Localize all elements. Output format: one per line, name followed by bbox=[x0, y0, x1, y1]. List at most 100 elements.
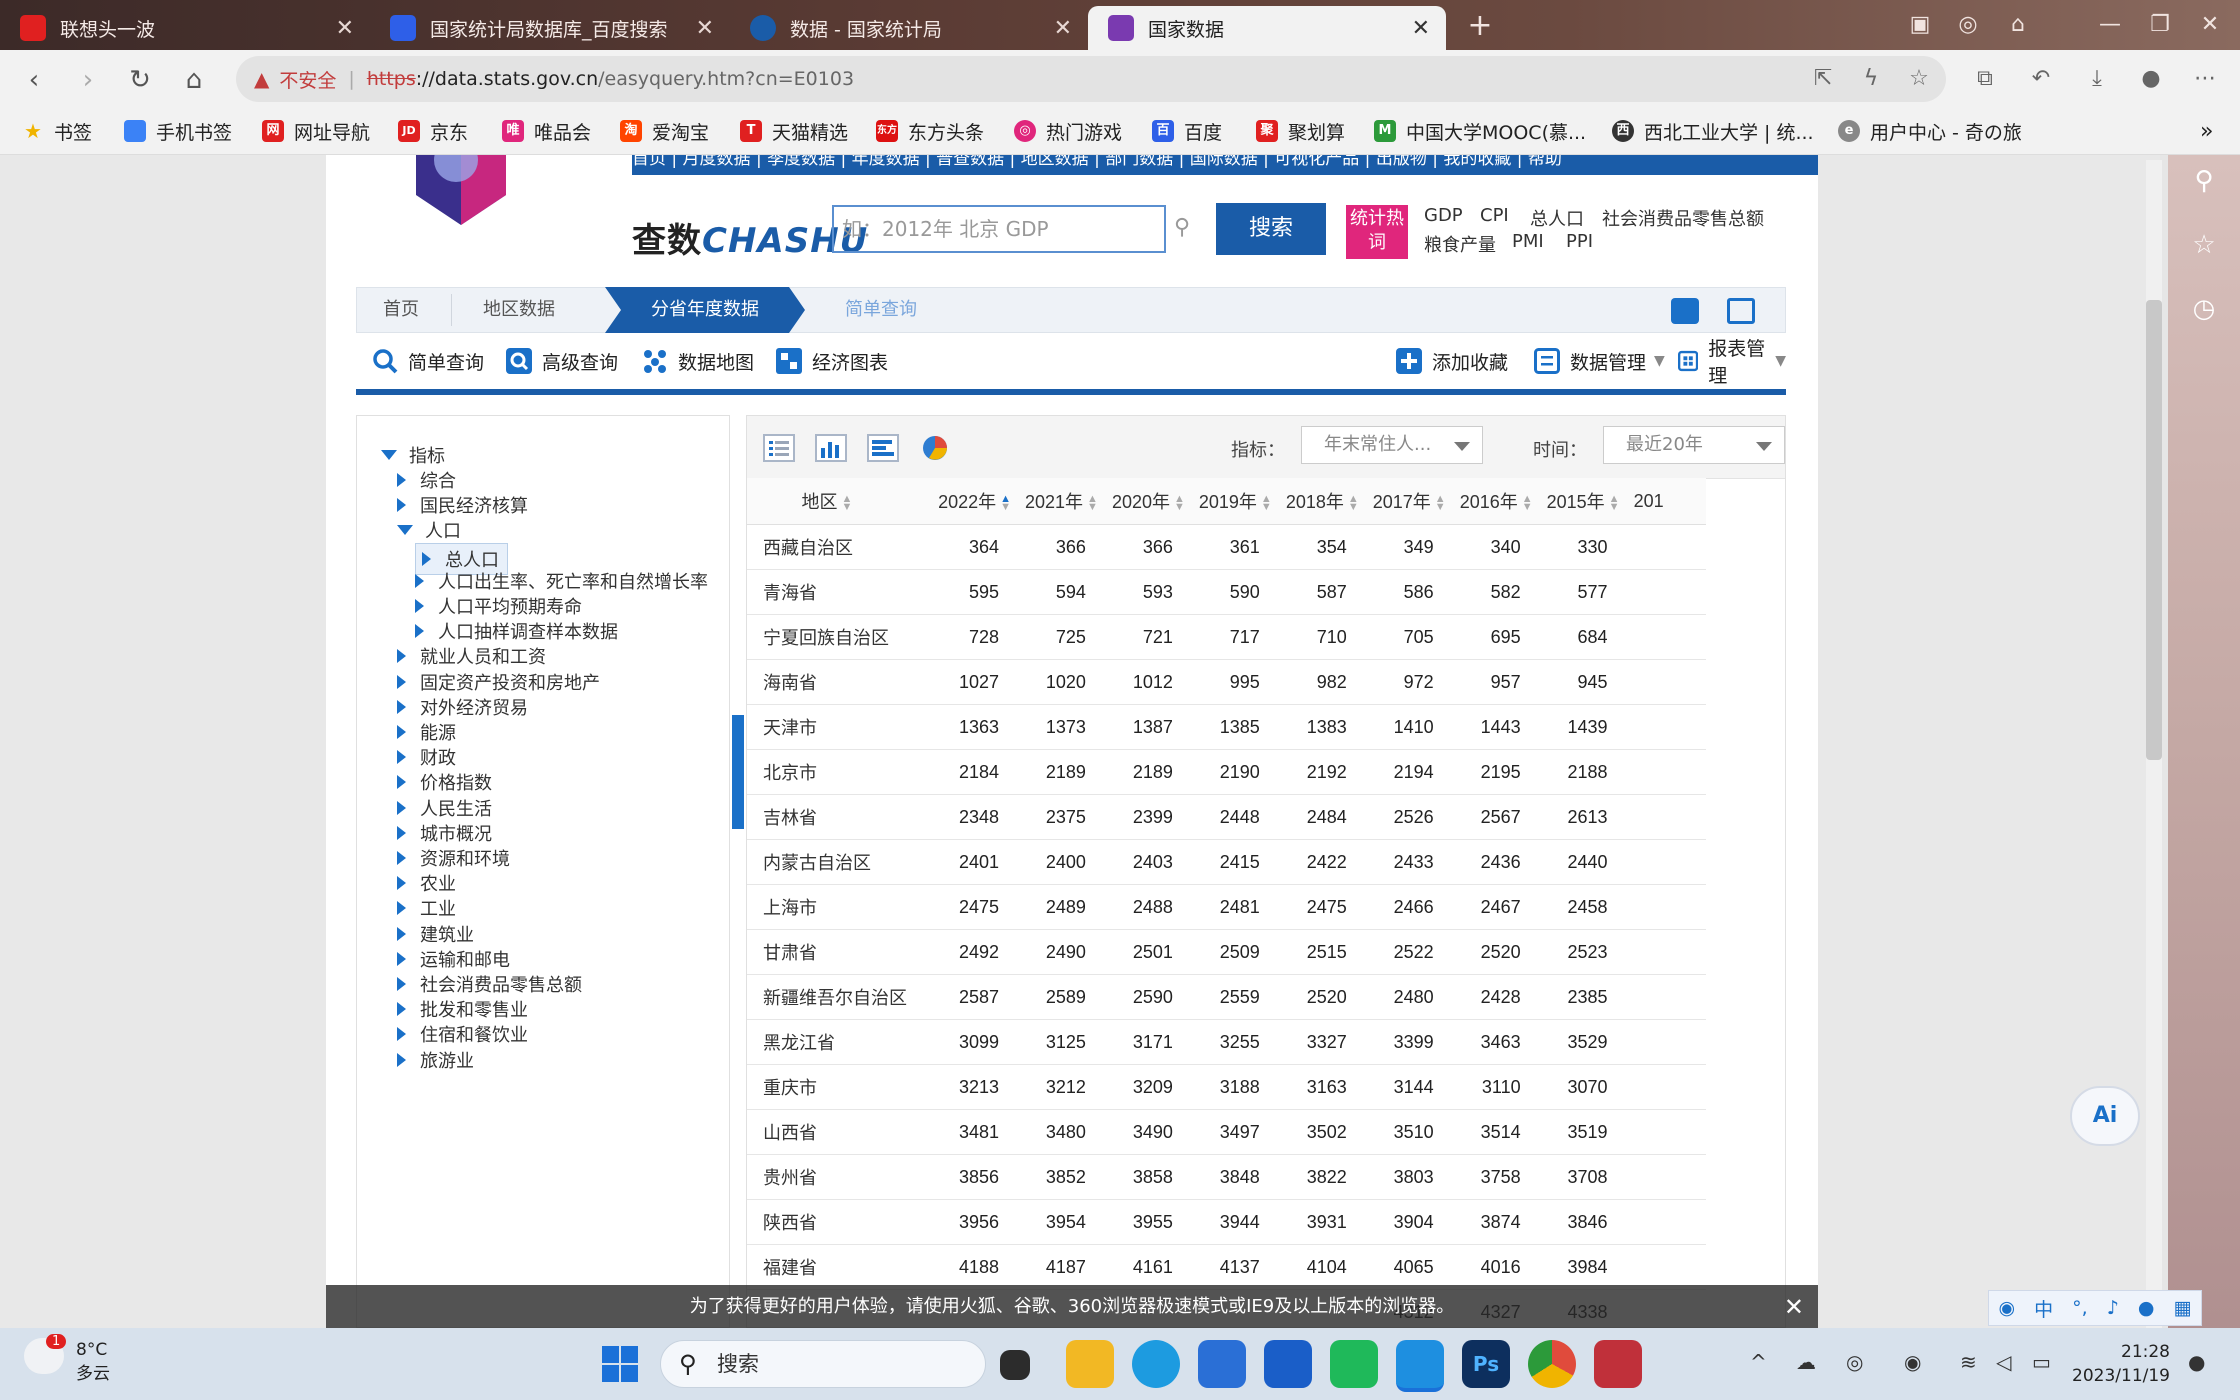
data-map-button[interactable]: 数据地图 bbox=[642, 343, 754, 379]
column-header-year[interactable]: 2019年 ▲ ▼ bbox=[1198, 478, 1286, 525]
notification-bell-icon[interactable]: ● bbox=[2188, 1350, 2205, 1374]
bookmark-item[interactable]: JD 京东 bbox=[398, 116, 468, 146]
speaker-muted-icon[interactable]: ◁ bbox=[1996, 1350, 2011, 1374]
onedrive-icon[interactable]: ☁ bbox=[1796, 1350, 1816, 1374]
tree-item[interactable]: 能源 bbox=[397, 719, 456, 745]
browser-tab[interactable]: 联想头一波 ✕ bbox=[0, 6, 370, 50]
start-button[interactable] bbox=[596, 1340, 644, 1388]
tree-item[interactable]: 价格指数 bbox=[397, 769, 492, 795]
breadcrumb-active[interactable]: 分省年度数据 bbox=[605, 287, 805, 333]
horizontal-bar-icon[interactable] bbox=[867, 434, 899, 462]
tab-count-icon[interactable]: ▣ bbox=[1898, 10, 1942, 40]
security-app-icon[interactable] bbox=[1264, 1340, 1312, 1388]
task-view-icon[interactable] bbox=[1000, 1350, 1030, 1380]
tab-close-icon[interactable]: ✕ bbox=[696, 16, 714, 41]
data-manage-dropdown[interactable]: 数据管理 ▼ bbox=[1534, 343, 1665, 379]
column-header-year[interactable]: 2017年 ▲ ▼ bbox=[1372, 478, 1460, 525]
hot-term-link[interactable]: CPI bbox=[1480, 205, 1509, 226]
tree-item[interactable]: 工业 bbox=[397, 895, 456, 921]
advanced-query-button[interactable]: 高级查询 bbox=[506, 343, 618, 379]
bookmark-item[interactable]: 百百度 bbox=[1152, 116, 1222, 146]
sidebar-search-icon[interactable]: ⚲ bbox=[2188, 165, 2220, 197]
microphone-icon[interactable]: ♪ bbox=[2107, 1297, 2119, 1319]
ai-assistant-button[interactable]: Ai bbox=[2070, 1086, 2140, 1146]
tree-item[interactable]: 人口抽样调查样本数据 bbox=[415, 618, 618, 644]
econ-chart-button[interactable]: 经济图表 bbox=[776, 343, 888, 379]
home-icon[interactable]: ⌂ bbox=[174, 60, 214, 100]
undo-icon[interactable]: ↶ bbox=[2026, 64, 2056, 94]
ime-lang[interactable]: 中 bbox=[2034, 1295, 2053, 1322]
bookmark-item[interactable]: M 中国大学MOOC(慕... bbox=[1374, 116, 1586, 146]
tree-item[interactable]: 建筑业 bbox=[397, 921, 474, 947]
forward-icon[interactable]: › bbox=[68, 60, 108, 100]
table-view-icon[interactable] bbox=[763, 434, 795, 462]
column-header-year[interactable]: 2018年 ▲ ▼ bbox=[1285, 478, 1373, 525]
bookmark-item[interactable]: 唯唯品会 bbox=[502, 116, 591, 146]
browser-tab[interactable]: 国家统计局数据库_百度搜索 ✕ bbox=[370, 6, 730, 50]
download-data-icon[interactable] bbox=[1671, 298, 1699, 324]
report-manage-dropdown[interactable]: 报表管理 ▼ bbox=[1678, 338, 1786, 387]
tree-item[interactable]: 资源和环境 bbox=[397, 845, 510, 871]
clock[interactable]: 21:28 2023/11/19 bbox=[2070, 1340, 2170, 1388]
tree-item[interactable]: 综合 bbox=[397, 467, 456, 493]
bookmark-item[interactable]: e 用户中心 - 奇の旅 bbox=[1838, 116, 2022, 146]
search-input[interactable]: 如：2012年 北京 GDP bbox=[832, 205, 1166, 253]
minimize-icon[interactable]: — bbox=[2090, 10, 2130, 40]
column-header-year[interactable]: 2015年 ▲ ▼ bbox=[1546, 478, 1634, 525]
column-header-year[interactable]: 2020年 ▲ ▼ bbox=[1111, 478, 1199, 525]
print-icon[interactable] bbox=[1727, 298, 1755, 324]
panel-splitter[interactable] bbox=[732, 715, 744, 829]
url-bar[interactable]: ▲ 不安全 | https ://data.stats.gov.cn /easy… bbox=[236, 56, 1946, 102]
tree-item[interactable]: 财政 bbox=[397, 744, 456, 770]
tree-item[interactable]: 人口出生率、死亡率和自然增长率 bbox=[415, 568, 708, 594]
browser-tab[interactable]: 数据 - 国家统计局 ✕ bbox=[730, 6, 1088, 50]
column-header-year[interactable]: 201 bbox=[1633, 478, 1706, 525]
tree-item[interactable]: 人口平均预期寿命 bbox=[415, 593, 582, 619]
bar-chart-icon[interactable] bbox=[815, 434, 847, 462]
breadcrumb-current[interactable]: 简单查询 bbox=[845, 288, 917, 332]
back-icon[interactable]: ‹ bbox=[14, 60, 54, 100]
sidebar-history-icon[interactable]: ◷ bbox=[2188, 293, 2220, 325]
tree-item[interactable]: 农业 bbox=[397, 870, 456, 896]
breadcrumb-home[interactable]: 首页 bbox=[383, 288, 419, 332]
tree-item[interactable]: 住宿和餐饮业 bbox=[397, 1021, 528, 1047]
scrollbar-thumb[interactable] bbox=[2146, 300, 2162, 760]
profile-avatar-icon[interactable]: ● bbox=[2136, 64, 2166, 94]
tab-close-icon[interactable]: ✕ bbox=[1054, 16, 1072, 41]
ifly-icon[interactable]: ◉ bbox=[1999, 1297, 2016, 1319]
tree-item[interactable]: 城市概况 bbox=[397, 820, 492, 846]
tree-item[interactable]: 人民生活 bbox=[397, 795, 492, 821]
download-icon[interactable]: ⤓ bbox=[2082, 64, 2112, 94]
hot-term-link[interactable]: 粮食产量 bbox=[1424, 231, 1496, 257]
bookmark-item[interactable]: ★ 书签 bbox=[22, 116, 92, 146]
pie-chart-icon[interactable] bbox=[919, 434, 951, 462]
ifly-tray-icon[interactable]: ◉ bbox=[1904, 1350, 1921, 1374]
simple-query-button[interactable]: 简单查询 bbox=[372, 343, 484, 379]
tree-root[interactable]: 指标 bbox=[381, 442, 445, 468]
bookmark-item[interactable]: 淘爱淘宝 bbox=[620, 116, 709, 146]
browser-tab-active[interactable]: 国家数据 ✕ bbox=[1088, 6, 1446, 50]
store-icon[interactable] bbox=[1198, 1340, 1246, 1388]
grid-apps-icon[interactable]: ▦ bbox=[2173, 1297, 2191, 1319]
add-favorite-button[interactable]: 添加收藏 bbox=[1396, 343, 1508, 379]
ime-punct-icon[interactable]: °, bbox=[2072, 1297, 2088, 1319]
column-header-region[interactable]: 地区 ▲ ▼ bbox=[747, 478, 907, 525]
tray-chevron-icon[interactable]: ^ bbox=[1750, 1350, 1767, 1374]
tab-close-icon[interactable]: ✕ bbox=[1412, 16, 1430, 41]
tree-item[interactable]: 就业人员和工资 bbox=[397, 643, 546, 669]
site-top-nav[interactable]: 首页 | 月度数据 | 季度数据 | 年度数据 | 普查数据 | 地区数据 | … bbox=[632, 155, 1818, 175]
chrome-icon[interactable] bbox=[1528, 1340, 1576, 1388]
photoshop-icon[interactable]: Ps bbox=[1462, 1340, 1510, 1388]
taskbar-search[interactable]: ⚲ 搜索 bbox=[660, 1340, 986, 1388]
tree-item[interactable]: 运输和邮电 bbox=[397, 946, 510, 972]
search-icon[interactable]: ⚲ bbox=[1174, 215, 1190, 240]
user-icon[interactable]: ● bbox=[2138, 1297, 2155, 1319]
app-icon[interactable] bbox=[1594, 1340, 1642, 1388]
tree-item[interactable]: 固定资产投资和房地产 bbox=[397, 669, 600, 695]
star-icon[interactable]: ☆ bbox=[1904, 64, 1934, 94]
tree-item[interactable]: 批发和零售业 bbox=[397, 996, 528, 1022]
file-explorer-icon[interactable] bbox=[1066, 1340, 1114, 1388]
tree-item[interactable]: 对外经济贸易 bbox=[397, 694, 528, 720]
bookmark-item[interactable]: ◎ 热门游戏 bbox=[1014, 116, 1122, 146]
menu-dots-icon[interactable]: ⋯ bbox=[2190, 64, 2220, 94]
